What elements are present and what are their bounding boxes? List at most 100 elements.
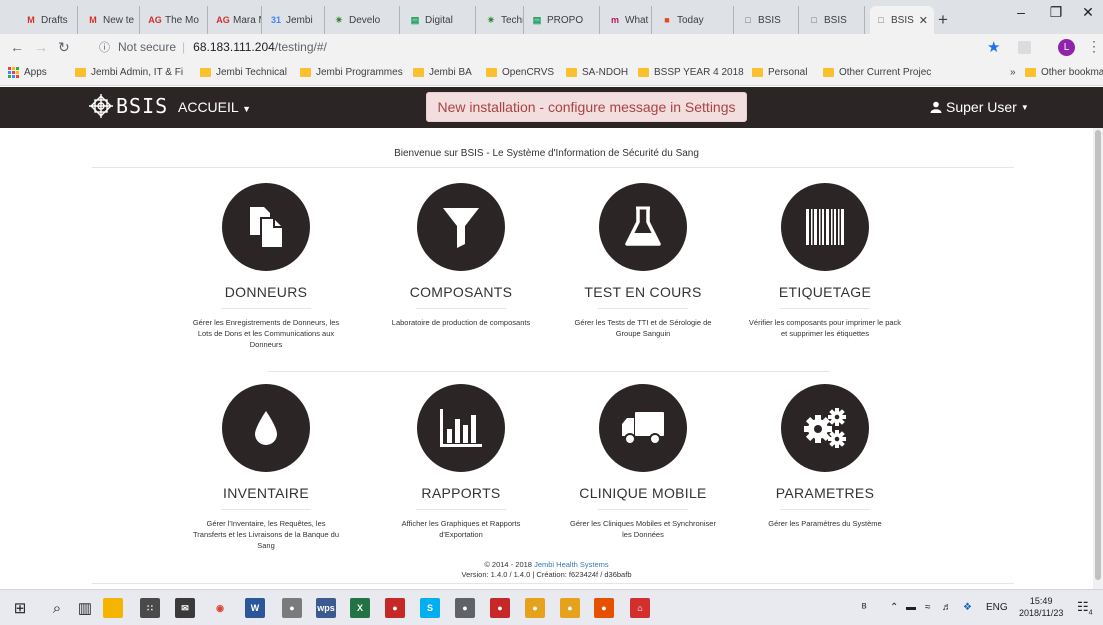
welcome-divider: [92, 167, 1014, 168]
taskbar-clock[interactable]: 15:49 2018/11/23: [1019, 595, 1063, 619]
bookmark-folder[interactable]: Other Current Projec: [823, 67, 931, 78]
browser-menu-icon[interactable]: ⋮: [1087, 38, 1101, 55]
browser-tab[interactable]: □ BSIS: [803, 6, 865, 34]
address-bar[interactable]: ⓘ Not secure | 68.183.111.204/testing/#/: [93, 36, 973, 58]
file-explorer-icon[interactable]: [103, 598, 123, 618]
notifications-icon[interactable]: ☷4: [1077, 599, 1093, 617]
tile-composants[interactable]: COMPOSANTS Laboratoire de production de …: [366, 183, 556, 328]
wifi-icon[interactable]: ≈: [925, 602, 931, 613]
other-bookmarks[interactable]: Other bookmarks: [1025, 67, 1103, 78]
app-icon[interactable]: ●: [385, 598, 405, 618]
tab-close-icon[interactable]: ✕: [919, 14, 928, 27]
app-icon[interactable]: ●: [525, 598, 545, 618]
wps-icon[interactable]: wps: [316, 598, 336, 618]
app-icon[interactable]: ●: [560, 598, 580, 618]
apps-shortcut[interactable]: Apps: [8, 67, 47, 78]
barcode-icon: [781, 183, 869, 271]
app-icon[interactable]: ●: [594, 598, 614, 618]
browser-tab[interactable]: m What is: [604, 6, 652, 34]
task-view-icon[interactable]: ▥: [75, 598, 95, 618]
language-indicator[interactable]: ENG: [986, 602, 1008, 613]
info-icon[interactable]: ⓘ: [99, 39, 110, 55]
tile-inventaire[interactable]: INVENTAIRE Gérer l'Inventaire, les Requê…: [171, 384, 361, 551]
browser-tab[interactable]: M New te: [82, 6, 140, 34]
start-icon[interactable]: ⊞: [10, 598, 30, 618]
bookmark-folder[interactable]: SA-NDOH: [566, 67, 628, 78]
acrobat-icon[interactable]: ⌂: [630, 598, 650, 618]
clock-date: 2018/11/23: [1019, 608, 1064, 618]
bookmarks-overflow[interactable]: »: [1010, 67, 1016, 78]
skype-icon[interactable]: S: [420, 598, 440, 618]
user-menu[interactable]: Super User ▼: [930, 99, 1029, 115]
browser-tab[interactable]: ✴ Develo: [328, 6, 400, 34]
page-scrollbar[interactable]: [1093, 128, 1103, 589]
tab-favicon-icon: ■: [664, 15, 670, 25]
bookmark-folder[interactable]: BSSP YEAR 4 2018: [638, 67, 744, 78]
footer-company-link[interactable]: Jembi Health Systems: [534, 560, 609, 569]
bookmark-star-icon[interactable]: ★: [987, 38, 1000, 56]
app-icon[interactable]: ●: [282, 598, 302, 618]
browser-tab[interactable]: M Drafts: [20, 6, 78, 34]
tile-description: Vérifier les composants pour imprimer le…: [748, 318, 902, 338]
back-icon[interactable]: ←: [10, 39, 24, 55]
close-window-button[interactable]: ✕: [1073, 4, 1103, 21]
bookmark-folder[interactable]: Jembi Admin, IT & Fi: [75, 67, 183, 78]
tile-etiquetage[interactable]: ETIQUETAGE Vérifier les composants pour …: [730, 183, 920, 339]
documents-icon: [222, 183, 310, 271]
folder-icon: [566, 68, 577, 77]
tile-description: Afficher les Graphiques et Rapports d'Ex…: [401, 519, 521, 539]
bookmark-folder[interactable]: Personal: [752, 67, 807, 78]
app-logo-text[interactable]: BSIS: [116, 94, 168, 118]
word-icon[interactable]: W: [245, 598, 265, 618]
folder-icon: [486, 68, 497, 77]
new-tab-button[interactable]: +: [938, 10, 948, 30]
mail-icon[interactable]: ✉: [175, 598, 195, 618]
browser-tab[interactable]: ✴ Technic: [480, 6, 524, 34]
browser-tab[interactable]: □ BSIS ✕: [870, 6, 934, 34]
calculator-icon[interactable]: ∷: [140, 598, 160, 618]
bookmark-folder[interactable]: Jembi Programmes: [300, 67, 403, 78]
accueil-menu[interactable]: ACCUEIL ▼: [178, 99, 251, 115]
tile-donneurs[interactable]: DONNEURS Gérer les Enregistrements de Do…: [171, 183, 361, 350]
tile-divider: [221, 509, 311, 510]
battery-icon[interactable]: ▬: [906, 602, 916, 613]
browser-tab[interactable]: □ BSIS: [737, 6, 799, 34]
scrollbar-thumb[interactable]: [1095, 130, 1101, 580]
restore-button[interactable]: ❐: [1041, 4, 1071, 21]
bookmark-folder[interactable]: OpenCRVS: [486, 67, 554, 78]
tile-test-en-cours[interactable]: TEST EN COURS Gérer les Tests de TTI et …: [548, 183, 738, 339]
minimize-button[interactable]: –: [1006, 4, 1036, 20]
dropbox-icon[interactable]: ❖: [963, 602, 972, 613]
browser-tab[interactable]: ▤ PROPO: [526, 6, 600, 34]
tile-rapports[interactable]: RAPPORTS Afficher les Graphiques et Rapp…: [366, 384, 556, 540]
tile-title: INVENTAIRE: [223, 485, 309, 501]
tab-favicon-icon: ✴: [335, 14, 343, 25]
browser-tab[interactable]: 31 Jembi: [265, 6, 325, 34]
profile-avatar[interactable]: L: [1058, 39, 1075, 56]
volume-icon[interactable]: ♬: [942, 602, 952, 613]
browser-tab[interactable]: ▤ Digital: [404, 6, 476, 34]
tab-title: What is: [625, 14, 651, 26]
chrome-icon[interactable]: ◉: [210, 598, 230, 618]
tab-title: PROPO: [547, 14, 584, 26]
folder-icon: [413, 68, 424, 77]
search-icon[interactable]: ⌕: [47, 598, 67, 618]
bookmark-folder[interactable]: Jembi BA: [413, 67, 472, 78]
bookmark-folder[interactable]: Jembi Technical: [200, 67, 287, 78]
flask-icon: [599, 183, 687, 271]
browser-tab[interactable]: AGMara M: [212, 6, 262, 34]
folder-icon: [75, 68, 86, 77]
browser-tab[interactable]: ■ Today: [656, 6, 734, 34]
tile-clinique-mobile[interactable]: CLINIQUE MOBILE Gérer les Cliniques Mobi…: [548, 384, 738, 540]
tray-overflow-icon[interactable]: ⌃: [890, 602, 898, 613]
excel-icon[interactable]: X: [350, 598, 370, 618]
app-icon[interactable]: ●: [490, 598, 510, 618]
tab-favicon-icon: m: [610, 15, 619, 25]
reload-icon[interactable]: ↻: [58, 39, 70, 56]
browser-tab[interactable]: AG The Mo: [144, 6, 208, 34]
forward-icon[interactable]: →: [34, 39, 48, 55]
tile-parametres[interactable]: PARAMETRES Gérer les Paramètres du Systè…: [730, 384, 920, 529]
app-icon[interactable]: ●: [455, 598, 475, 618]
extension-icon[interactable]: [1018, 41, 1031, 54]
people-icon[interactable]: ᴮ: [862, 602, 867, 614]
